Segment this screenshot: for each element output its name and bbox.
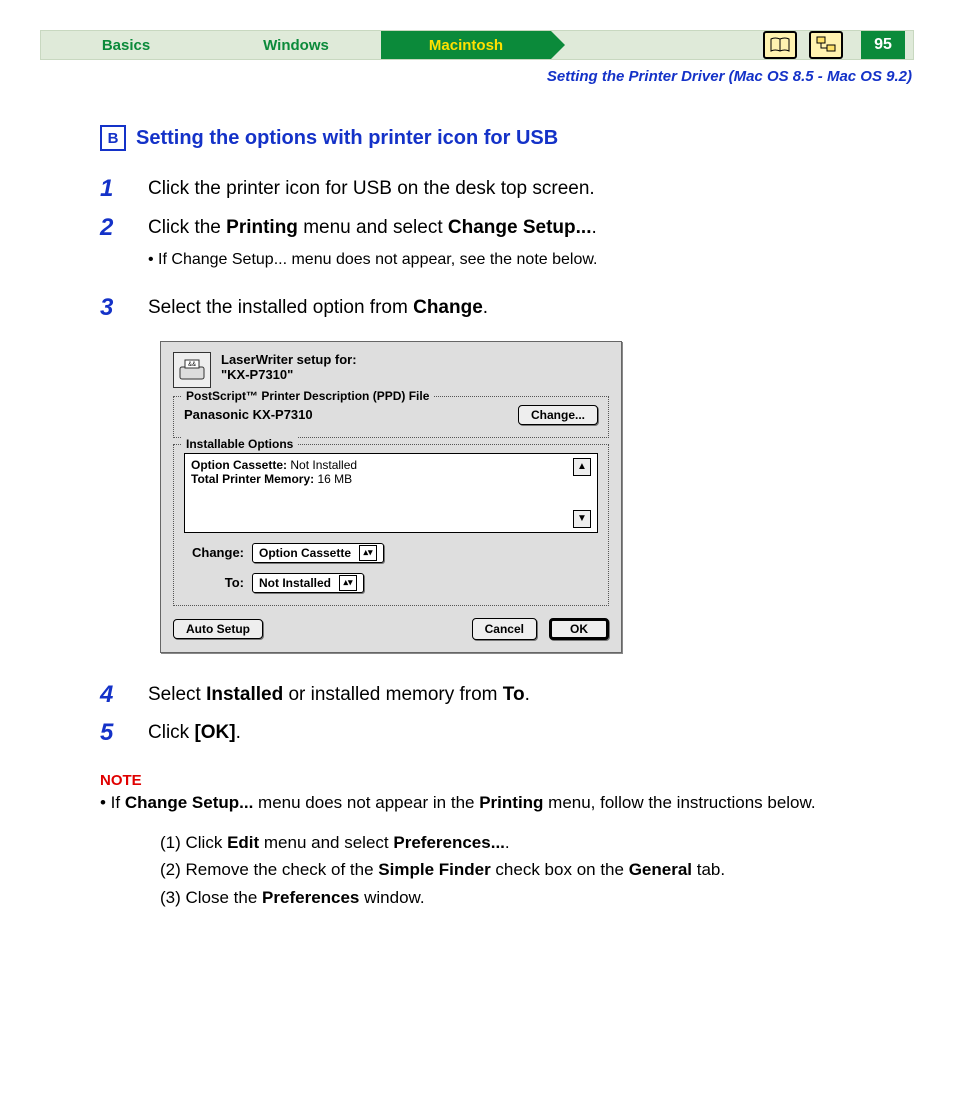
ppd-group: PostScript™ Printer Description (PPD) Fi… (173, 396, 609, 438)
cancel-button[interactable]: Cancel (472, 618, 537, 640)
updown-icon: ▴▾ (339, 575, 357, 591)
ok-button[interactable]: OK (549, 618, 609, 640)
network-icon[interactable] (809, 31, 843, 59)
tab-bar: Basics Windows Macintosh 95 (40, 30, 914, 60)
note-label: NOTE (100, 772, 914, 789)
tab-windows[interactable]: Windows (211, 31, 381, 59)
scroll-down-icon[interactable]: ▼ (573, 510, 591, 528)
section-letter-box: B (100, 125, 126, 151)
dialog-title-1: LaserWriter setup for: (221, 352, 357, 367)
page-number: 95 (861, 31, 905, 59)
section-title: B Setting the options with printer icon … (100, 125, 914, 151)
book-icon[interactable] (763, 31, 797, 59)
installable-options-group: Installable Options Option Cassette: Not… (173, 444, 609, 606)
to-label: To: (184, 575, 244, 590)
options-listbox[interactable]: Option Cassette: Not Installed Total Pri… (184, 453, 598, 533)
listbox-scrollbar[interactable]: ▲ ▼ (573, 458, 591, 528)
step-1: 1 Click the printer icon for USB on the … (100, 175, 914, 204)
change-label: Change: (184, 545, 244, 560)
printer-icon: && (173, 352, 211, 388)
change-select[interactable]: Option Cassette ▴▾ (252, 543, 384, 563)
to-select[interactable]: Not Installed ▴▾ (252, 573, 364, 593)
sub-heading: Setting the Printer Driver (Mac OS 8.5 -… (40, 68, 912, 85)
tab-basics[interactable]: Basics (41, 31, 211, 59)
svg-text:&&: && (188, 362, 196, 368)
laserwriter-setup-dialog: && LaserWriter setup for: "KX-P7310" Pos… (160, 341, 622, 653)
step-5: 5 Click [OK]. (100, 719, 914, 748)
step-2-note: If Change Setup... menu does not appear,… (148, 248, 597, 272)
tab-macintosh[interactable]: Macintosh (381, 31, 551, 59)
ppd-value: Panasonic KX-P7310 (184, 407, 313, 422)
scroll-up-icon[interactable]: ▲ (573, 458, 591, 476)
updown-icon: ▴▾ (359, 545, 377, 561)
note-steps: (1) Click Edit menu and select Preferenc… (160, 829, 914, 911)
step-4: 4 Select Installed or installed memory f… (100, 681, 914, 710)
ppd-change-button[interactable]: Change... (518, 405, 598, 425)
note-body: • If Change Setup... menu does not appea… (100, 791, 874, 816)
auto-setup-button[interactable]: Auto Setup (173, 619, 263, 639)
step-3: 3 Select the installed option from Chang… (100, 294, 914, 323)
step-2: 2 Click the Printing menu and select Cha… (100, 214, 914, 273)
dialog-title-2: "KX-P7310" (221, 367, 357, 382)
